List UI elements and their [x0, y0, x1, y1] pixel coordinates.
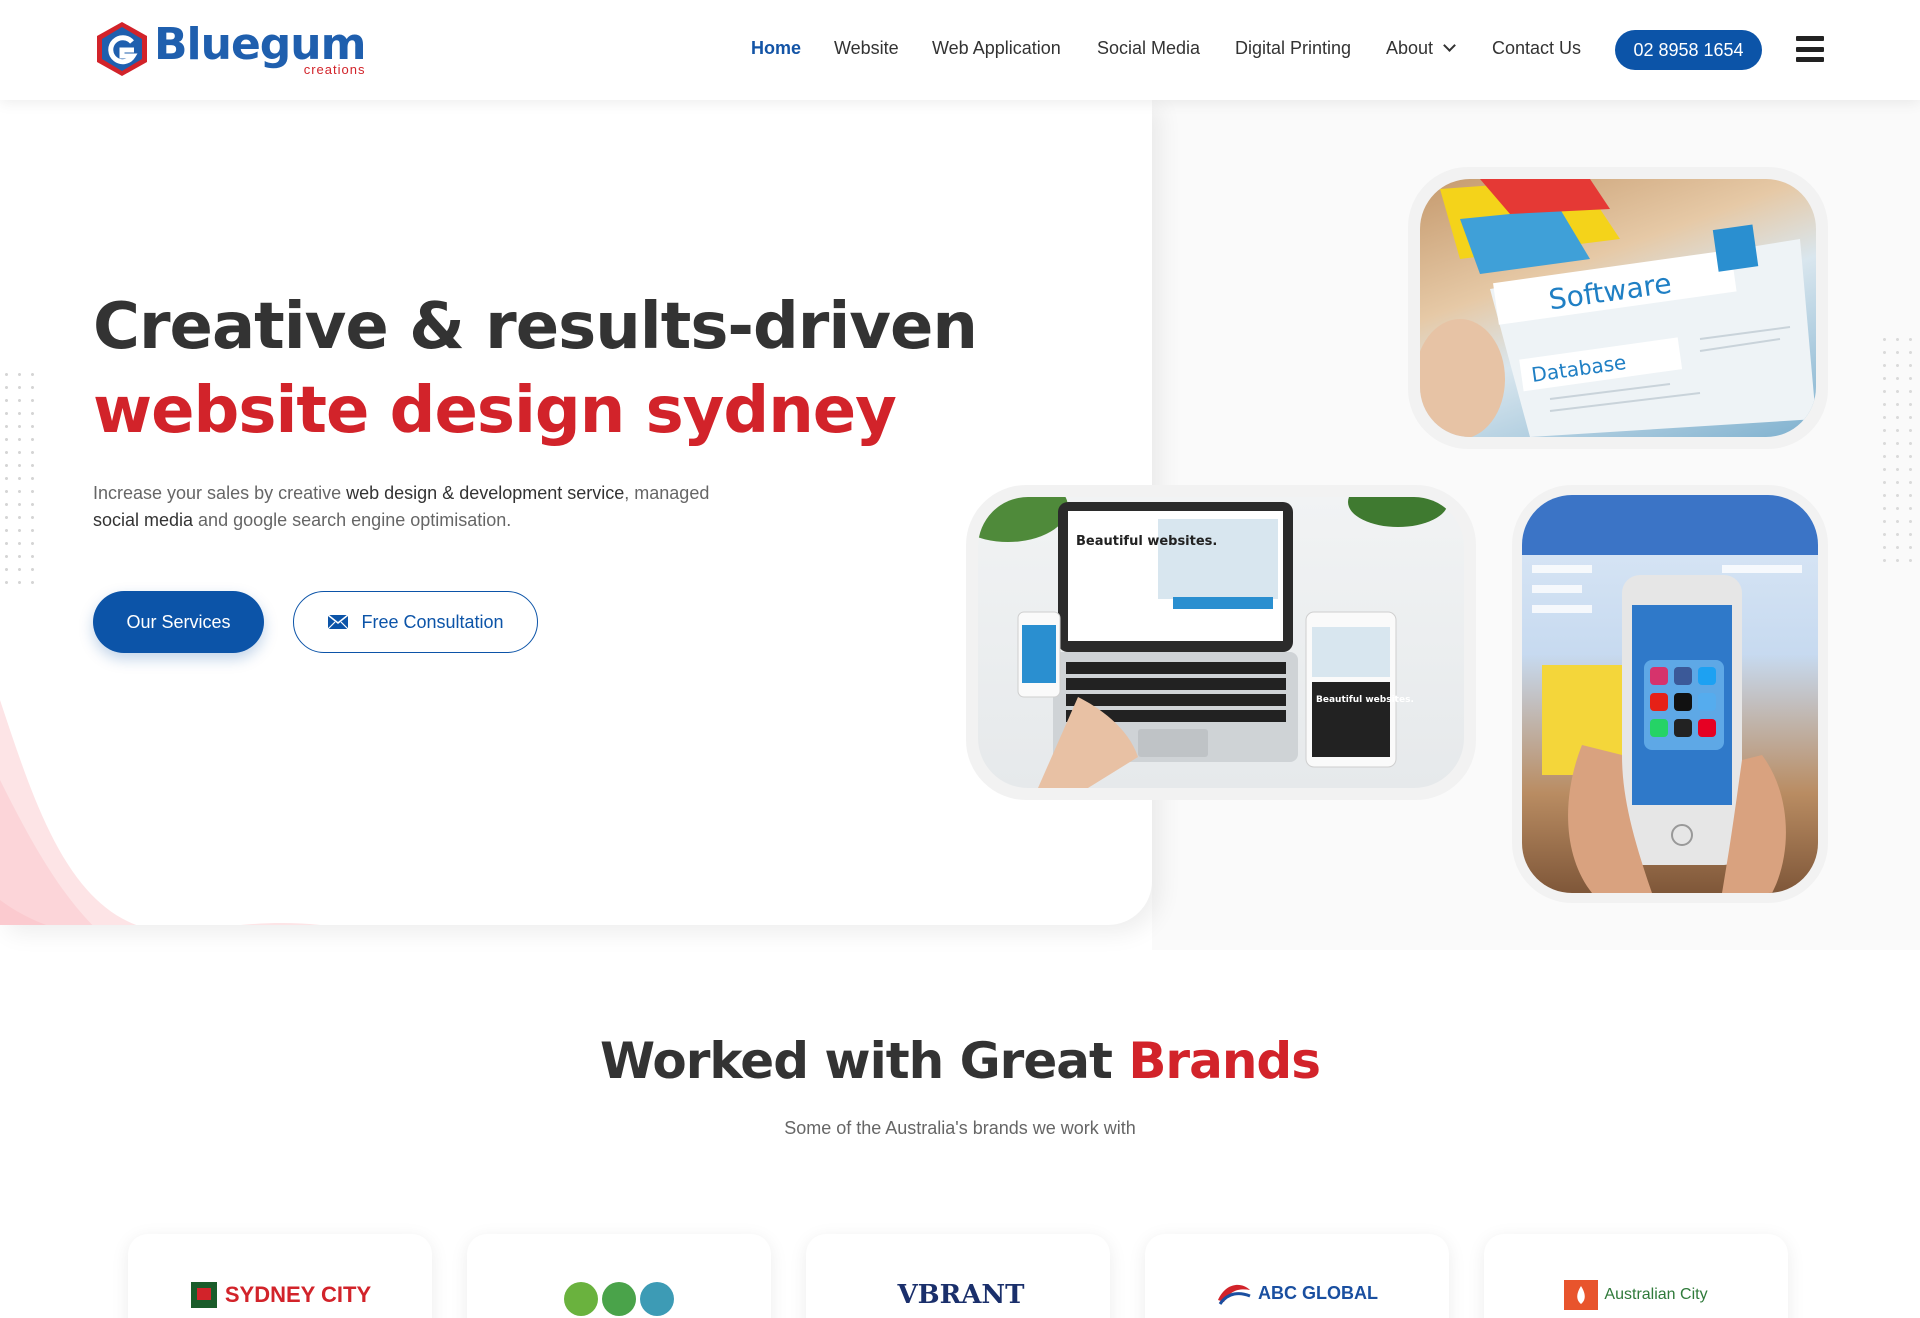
- laptop-web-design-image-card: Beautiful websites. Beautiful websites.: [966, 485, 1476, 800]
- brand-logo-text: SYDNEY CITY: [224, 1282, 372, 1307]
- phone-button[interactable]: 02 8958 1654: [1615, 30, 1762, 70]
- hero-title-line2: website design sydney: [93, 374, 897, 448]
- brand-card-australian-city: Australian City: [1484, 1234, 1788, 1318]
- nav-about-label: About: [1386, 38, 1434, 58]
- phone-photo: [1522, 495, 1818, 893]
- laptop-heading: Beautiful websites.: [1076, 534, 1217, 549]
- laptop-photo: Beautiful websites. Beautiful websites.: [978, 497, 1464, 788]
- brand-card-sydney-city: SYDNEY CITY: [128, 1234, 432, 1318]
- brand-logo-text: Australian City: [1604, 1286, 1708, 1303]
- hero-wave-decoration: [0, 700, 320, 925]
- sydney-city-crest-icon: [190, 1282, 217, 1308]
- mail-icon: [327, 614, 349, 630]
- brand-logo-text: ABC GLOBAL: [1258, 1282, 1378, 1303]
- australian-city-lotus-icon: [1564, 1280, 1599, 1310]
- nav-digital-printing[interactable]: Digital Printing: [1235, 38, 1351, 59]
- software-database-image-card: Software Database: [1408, 167, 1828, 449]
- social-media-phone-image-card: [1512, 485, 1828, 903]
- abc-global-swoosh-icon: [1218, 1284, 1251, 1305]
- hamburger-icon[interactable]: [1796, 36, 1824, 62]
- brand-logo-text: VBRANT: [897, 1280, 1025, 1310]
- site-header: Bluegum creations Home Website Web Appli…: [0, 0, 1920, 100]
- free-consultation-button[interactable]: Free Consultation: [293, 591, 538, 653]
- nav-website[interactable]: Website: [834, 38, 899, 59]
- hero-description: Increase your sales by creative web desi…: [93, 483, 710, 530]
- hero-title-line1: Creative & results-driven: [93, 290, 978, 364]
- brands-section-subtitle: Some of the Australia's brands we work w…: [784, 1118, 1136, 1138]
- brands-section-title: Worked with Great Brands: [600, 1032, 1321, 1090]
- hero-title: Creative & results-driven website design…: [93, 285, 978, 453]
- dot-pattern-left: [0, 368, 36, 588]
- nav-web-application[interactable]: Web Application: [932, 38, 1061, 59]
- brand-card-vbrant: VBRANT: [806, 1234, 1110, 1318]
- chevron-down-icon: [1443, 39, 1456, 52]
- free-consultation-label: Free Consultation: [361, 611, 504, 632]
- dot-pattern-right: [1878, 333, 1920, 563]
- nav-about[interactable]: About: [1386, 38, 1456, 59]
- software-database-photo: Software Database: [1420, 179, 1816, 437]
- main-navigation: Home Website Web Application Social Medi…: [0, 0, 1920, 100]
- brand-card-green-icons: [467, 1234, 771, 1318]
- nav-contact-us[interactable]: Contact Us: [1492, 38, 1581, 59]
- green-circles-logo-icon: [564, 1282, 674, 1316]
- nav-home[interactable]: Home: [751, 38, 801, 59]
- our-services-button[interactable]: Our Services: [93, 591, 264, 653]
- brand-card-abc-global: ABC GLOBAL: [1145, 1234, 1449, 1318]
- tablet-heading: Beautiful websites.: [1316, 695, 1414, 705]
- nav-social-media[interactable]: Social Media: [1097, 38, 1200, 59]
